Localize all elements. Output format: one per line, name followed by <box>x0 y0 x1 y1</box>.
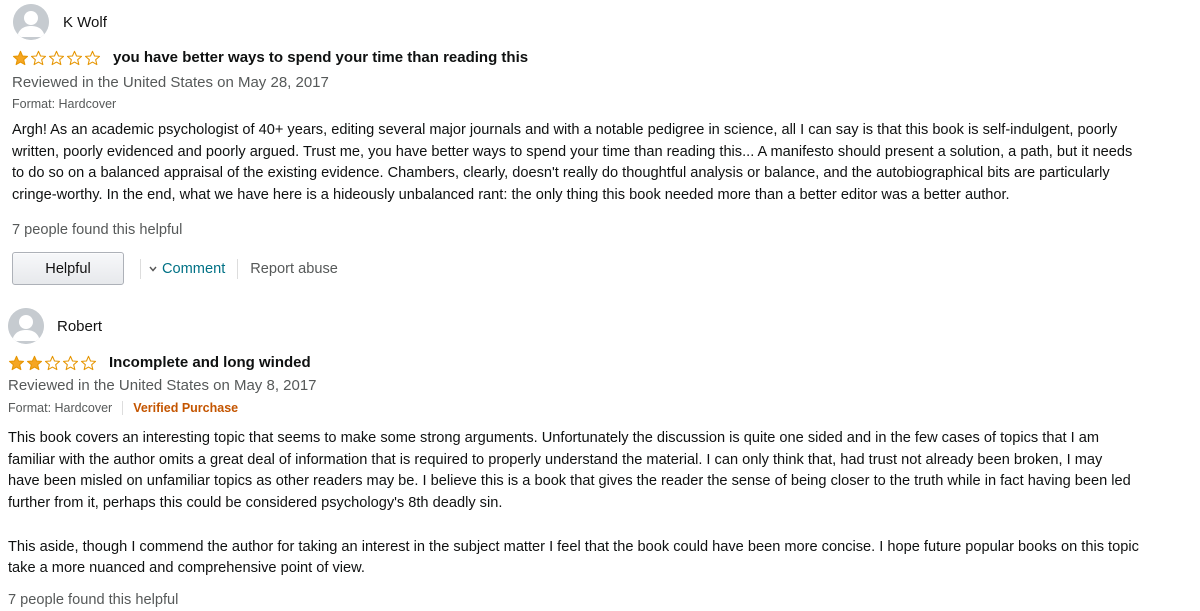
review-title-row: you have better ways to spend your time … <box>12 49 528 66</box>
review-body: Argh! As an academic psychologist of 40+… <box>12 120 1132 207</box>
star-empty-icon <box>84 50 101 65</box>
star-filled-icon <box>12 50 29 65</box>
format-label[interactable]: Format: Hardcover <box>8 401 112 415</box>
star-empty-icon <box>44 355 61 370</box>
star-rating <box>12 50 101 66</box>
default-user-avatar-icon <box>8 308 44 344</box>
default-user-avatar-icon <box>13 4 49 40</box>
helpful-count: 7 people found this helpful <box>8 592 179 608</box>
star-empty-icon <box>62 355 79 370</box>
divider <box>122 401 124 415</box>
star-empty-icon <box>80 355 97 370</box>
review-actions: Helpful Comment Report abuse <box>12 252 338 285</box>
review-format-row: Format: Hardcover <box>12 97 116 111</box>
reviewer-profile[interactable]: K Wolf <box>13 4 107 40</box>
star-filled-icon <box>8 355 25 370</box>
star-filled-icon <box>26 355 43 370</box>
review-body: This book covers an interesting topic th… <box>8 428 1139 580</box>
star-empty-icon <box>48 50 65 65</box>
chevron-down-icon <box>149 266 157 272</box>
review-title-row: Incomplete and long winded <box>8 354 311 371</box>
divider <box>140 258 141 279</box>
helpful-count: 7 people found this helpful <box>12 222 183 238</box>
reviewer-name[interactable]: K Wolf <box>63 14 107 31</box>
star-empty-icon <box>30 50 47 65</box>
reviewer-name[interactable]: Robert <box>57 318 102 335</box>
review-body-line: to do so on a balanced appraisal of the … <box>12 165 1110 182</box>
review-title[interactable]: you have better ways to spend your time … <box>113 49 528 66</box>
review-body-line: familiar with the author omits a great d… <box>8 451 1103 468</box>
review-date: Reviewed in the United States on May 28,… <box>12 74 329 91</box>
review-body-line: further from it, perhaps this could be c… <box>8 495 503 512</box>
comment-label[interactable]: Comment <box>162 261 225 277</box>
star-rating <box>8 355 97 371</box>
review-body-line: take a more nuanced and comprehensive po… <box>8 560 365 577</box>
review-format-row: Format: Hardcover Verified Purchase <box>8 401 238 415</box>
review-date: Reviewed in the United States on May 8, … <box>8 377 317 394</box>
verified-purchase-badge[interactable]: Verified Purchase <box>133 401 238 415</box>
reviewer-profile[interactable]: Robert <box>8 308 102 344</box>
review-body-line: have been misled on unfamiliar topics as… <box>8 473 1131 490</box>
helpful-button[interactable]: Helpful <box>12 252 124 285</box>
star-empty-icon <box>66 50 83 65</box>
comment-link[interactable]: Comment <box>149 261 225 277</box>
review-body-line: Argh! As an academic psychologist of 40+… <box>12 122 1118 138</box>
review-body-line: This aside, though I commend the author … <box>8 538 1139 555</box>
review-body-line: cringe-worthy. In the end, what we have … <box>12 187 1010 204</box>
review-title[interactable]: Incomplete and long winded <box>109 354 311 371</box>
report-abuse-link[interactable]: Report abuse <box>250 261 338 277</box>
divider <box>237 258 239 279</box>
review-body-line: This book covers an interesting topic th… <box>8 430 1100 446</box>
format-label[interactable]: Format: Hardcover <box>12 97 116 111</box>
review-body-line: written, poorly evidenced and poorly arg… <box>12 143 1133 160</box>
